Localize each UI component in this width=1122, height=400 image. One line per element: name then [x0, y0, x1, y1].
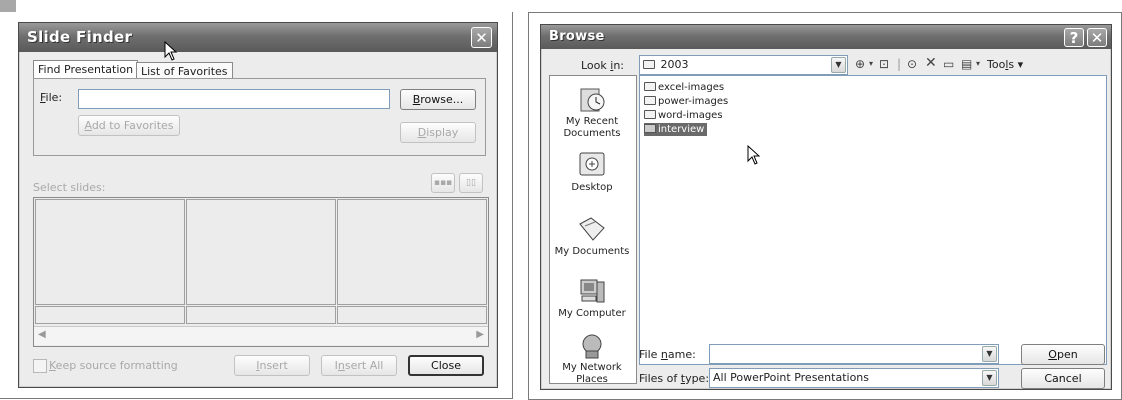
add-to-favorites-button[interactable]: Add to Favorites — [78, 115, 180, 136]
delete-icon[interactable]: ✕ — [925, 55, 937, 71]
select-slides-label: Select slides: — [33, 181, 106, 194]
chevron-down-icon[interactable]: ▼ — [831, 57, 846, 73]
browse-titlebar[interactable]: Browse ? ✕ — [541, 25, 1111, 49]
file-list[interactable]: excel-images power-images word-images in… — [639, 75, 1107, 365]
file-label: File: — [40, 91, 63, 104]
list-item[interactable]: word-images — [644, 109, 723, 122]
mouse-cursor-icon — [747, 145, 761, 165]
search-web-icon[interactable]: ⊙ — [907, 56, 917, 72]
slide-view-icon[interactable]: ▪▪▪ — [431, 173, 455, 193]
open-button[interactable]: Open — [1021, 344, 1105, 365]
new-folder-icon[interactable]: ▭ — [943, 56, 954, 72]
place-my-computer[interactable]: My Computer — [550, 276, 634, 320]
place-desktop[interactable]: Desktop — [550, 150, 634, 194]
files-of-type-label: Files of type: — [639, 372, 710, 385]
cancel-button[interactable]: Cancel — [1021, 368, 1105, 389]
slide-thumbnail[interactable] — [35, 199, 185, 305]
file-name-input[interactable]: ▼ — [709, 344, 999, 364]
insert-button[interactable]: Insert — [234, 355, 310, 376]
folder-icon — [644, 82, 656, 91]
my-documents-icon — [579, 217, 605, 241]
files-of-type-select[interactable]: All PowerPoint Presentations ▼ — [709, 368, 999, 388]
list-item[interactable]: excel-images — [644, 81, 724, 94]
help-icon[interactable]: ? — [1064, 28, 1084, 47]
slide-caption — [35, 306, 185, 324]
my-computer-icon — [580, 279, 605, 303]
list-item[interactable]: power-images — [644, 95, 728, 108]
back-icon[interactable]: ⊕ — [855, 56, 865, 72]
presentation-file-icon — [644, 124, 656, 133]
recent-documents-icon — [580, 88, 605, 112]
tools-menu[interactable]: Tools ▾ — [987, 58, 1023, 71]
slide-caption — [186, 306, 336, 324]
keep-formatting-label: Keep source formatting — [49, 359, 178, 372]
horizontal-scrollbar[interactable]: ◀ ▶ — [34, 326, 488, 345]
file-name-label: File name: — [639, 348, 696, 361]
desktop-icon — [579, 152, 605, 176]
close-icon[interactable]: ✕ — [1087, 28, 1107, 47]
views-icon[interactable]: ▤ — [961, 56, 972, 72]
up-folder-icon[interactable]: ⊡ — [879, 56, 889, 72]
folder-icon — [643, 60, 655, 69]
folder-icon — [644, 96, 656, 105]
place-my-recent-documents[interactable]: My Recent Documents — [550, 84, 634, 140]
separator: | — [897, 57, 902, 71]
look-in-value: 2003 — [660, 58, 689, 71]
slide-thumbnail[interactable] — [186, 199, 336, 305]
slides-area[interactable]: ◀ ▶ — [33, 197, 489, 347]
slide-finder-titlebar[interactable]: Slide Finder ✕ — [19, 23, 497, 52]
browse-dialog: Browse ? ✕ Look in: 2003 ▼ ⊕ ▾ ⊡ | ⊙ ✕ ▭… — [540, 24, 1112, 390]
slide-finder-title: Slide Finder — [27, 28, 133, 46]
folder-icon — [644, 110, 656, 119]
page-corner-tab — [0, 0, 16, 12]
network-places-icon — [582, 334, 602, 359]
display-button[interactable]: Display — [400, 122, 476, 143]
place-my-documents[interactable]: My Documents — [550, 214, 634, 258]
views-dropdown-icon[interactable]: ▾ — [976, 56, 980, 72]
mouse-cursor-icon — [164, 41, 178, 61]
keep-formatting-checkbox[interactable] — [33, 359, 47, 373]
scroll-left-icon[interactable]: ◀ — [38, 329, 46, 340]
chevron-down-icon[interactable]: ▼ — [982, 370, 997, 386]
tab-find-presentation[interactable]: Find Presentation — [33, 60, 139, 79]
places-bar: My Recent Documents Desktop My Documents… — [549, 75, 637, 386]
slide-caption — [337, 306, 487, 324]
chevron-down-icon[interactable]: ▼ — [982, 346, 997, 362]
look-in-label: Look in: — [581, 59, 625, 72]
slide-finder-dialog: Slide Finder ✕ Find Presentation List of… — [18, 22, 498, 388]
list-item-selected[interactable]: interview — [644, 123, 708, 136]
title-view-icon[interactable]: ▯▯ — [459, 173, 483, 193]
browse-button[interactable]: Browse... — [400, 89, 476, 110]
place-my-network-places[interactable]: My Network Places — [550, 334, 634, 386]
look-in-select[interactable]: 2003 ▼ — [639, 55, 848, 75]
close-icon[interactable]: ✕ — [471, 27, 492, 48]
file-input[interactable] — [78, 89, 390, 109]
tab-list-of-favorites[interactable]: List of Favorites — [136, 62, 233, 79]
browse-title: Browse — [549, 29, 605, 44]
close-button[interactable]: Close — [408, 355, 484, 376]
back-dropdown-icon[interactable]: ▾ — [869, 56, 873, 72]
find-presentation-panel: File: Browse... Add to Favorites Display — [33, 78, 486, 156]
insert-all-button[interactable]: Insert All — [321, 355, 397, 376]
scroll-right-icon[interactable]: ▶ — [476, 329, 484, 340]
slide-thumbnail[interactable] — [337, 199, 487, 305]
